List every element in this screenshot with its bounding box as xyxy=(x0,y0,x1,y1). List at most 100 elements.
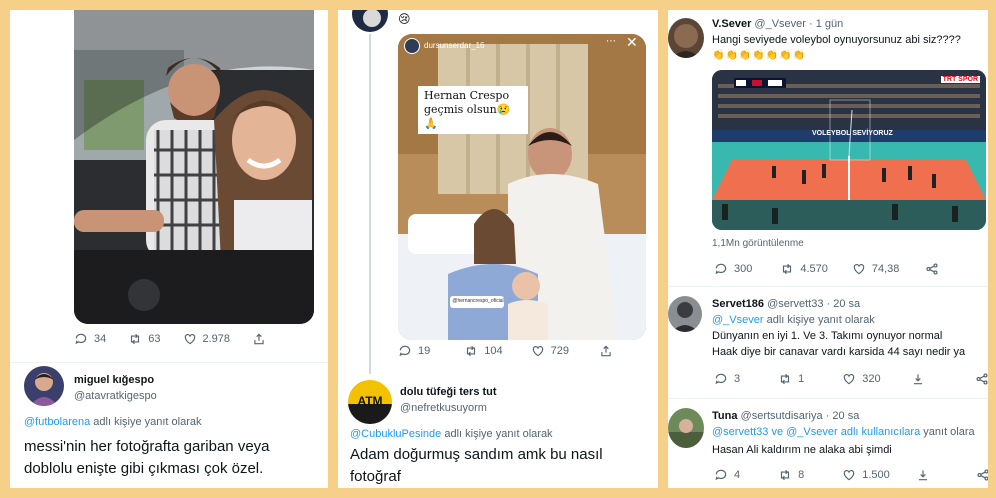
reply-button[interactable]: 34 xyxy=(74,332,106,346)
user-name[interactable]: dolu tüfeği ters tut xyxy=(400,386,497,398)
share-button[interactable] xyxy=(975,372,988,386)
user-handle[interactable]: @nefretkusuyorm xyxy=(400,402,487,414)
broadcaster-logo: TRT SPOR xyxy=(940,76,980,83)
share-icon xyxy=(976,373,988,385)
retweet-icon xyxy=(131,333,140,345)
like-count: 1.500 xyxy=(862,469,890,481)
mention-link[interactable]: @servett33 ve @_Vsever adlı kullanıcılar… xyxy=(712,426,920,438)
avatar[interactable] xyxy=(24,366,64,406)
reply-text-line2: Haak diye bir canavar vardı karsida 44 s… xyxy=(712,346,966,358)
reply-button[interactable]: 19 xyxy=(398,344,430,358)
retweet-count: 8 xyxy=(798,469,805,481)
replying-to: @_Vsever adlı kişiye yanıt olarak xyxy=(712,314,875,326)
avatar[interactable] xyxy=(668,408,704,448)
retweet-count: 1 xyxy=(798,373,805,385)
retweet-count: 4.570 xyxy=(800,263,828,275)
avatar[interactable]: ATM xyxy=(348,380,392,424)
tweet-photo-story[interactable]: dursunserdar_16 ⋯ ✕ Hernan Crespo geçmis… xyxy=(398,34,646,340)
avatar-logo-text: ATM xyxy=(357,394,383,408)
like-button[interactable]: 729 xyxy=(531,344,569,358)
retweet-button[interactable]: 63 xyxy=(128,332,161,346)
reply-time[interactable]: · 20 sa xyxy=(827,298,861,310)
like-button[interactable]: 1.500 xyxy=(842,468,890,482)
like-count: 729 xyxy=(550,345,569,357)
reply-actions: 3 1 320 xyxy=(714,372,988,386)
user-handle[interactable]: @atavratkigespo xyxy=(74,390,157,402)
mention-link[interactable]: @futbolarena xyxy=(24,416,90,428)
replying-suffix: yanıt olara xyxy=(923,426,975,438)
tweet-video-volleyball[interactable]: TRT SPOR VOLEYBOL SEVİYORUZ xyxy=(712,70,986,230)
mention-link[interactable]: @CubukluPesinde xyxy=(350,428,441,440)
reply-count: 3 xyxy=(734,373,741,385)
share-button[interactable] xyxy=(599,344,619,358)
reply-text-line1: Dünyanın en iyi 1. Ve 3. Takımı oynuyor … xyxy=(712,330,943,342)
user-handle[interactable]: @sertsutdisariya xyxy=(741,410,823,422)
more-icon[interactable]: ⋯ xyxy=(606,36,616,47)
share-button[interactable] xyxy=(252,332,272,346)
replying-suffix: adlı kişiye yanıt olarak xyxy=(93,416,202,428)
tweet-header: V.Sever @_Vsever · 1 gün xyxy=(712,18,843,30)
user-name[interactable]: miguel kığespo xyxy=(74,374,154,386)
heart-icon xyxy=(532,346,543,357)
retweet-icon xyxy=(467,345,476,357)
user-name[interactable]: Servet186 xyxy=(712,298,764,310)
heart-icon xyxy=(853,264,865,275)
like-button[interactable]: 2.978 xyxy=(183,332,230,346)
retweet-button[interactable]: 8 xyxy=(778,468,804,482)
share-button[interactable] xyxy=(976,468,988,482)
story-sticker: @hernancrespo_oficial xyxy=(452,298,504,304)
share-icon xyxy=(254,333,264,345)
share-button[interactable] xyxy=(925,262,945,276)
download-icon xyxy=(918,470,927,481)
reply-button[interactable]: 300 xyxy=(714,262,752,276)
tweet-emojis: 👏👏👏👏👏👏👏 xyxy=(712,50,807,61)
divider xyxy=(10,362,328,363)
tweet-actions: 34 63 2.978 xyxy=(74,332,294,346)
tweet-time[interactable]: · 1 gün xyxy=(809,18,843,30)
user-name[interactable]: V.Sever xyxy=(712,18,751,30)
heart-icon xyxy=(844,374,855,385)
reply-icon xyxy=(75,333,87,345)
replying-to: @servett33 ve @_Vsever adlı kullanıcılar… xyxy=(712,426,975,438)
reply-text: messi'nin her fotoğrafta gariban veya do… xyxy=(24,438,270,477)
tweet-text: Hangi seviyede voleybol oynuyorsunuz abi… xyxy=(712,34,961,46)
retweet-icon xyxy=(781,469,790,481)
reply-button[interactable]: 4 xyxy=(714,468,740,482)
share-icon xyxy=(601,345,611,357)
reply-count: 34 xyxy=(94,333,107,345)
tweet-actions: 19 104 729 xyxy=(398,344,641,358)
reply-button[interactable]: 3 xyxy=(714,372,740,386)
avatar[interactable] xyxy=(668,296,702,332)
tweet-photo-car[interactable] xyxy=(74,10,314,324)
close-icon[interactable]: ✕ xyxy=(626,34,638,51)
download-button[interactable] xyxy=(911,372,931,386)
reply-header: Tuna @sertsutdisariya · 20 sa xyxy=(712,410,859,422)
avatar[interactable] xyxy=(668,18,704,58)
retweet-button[interactable]: 4.570 xyxy=(780,262,828,276)
reply-count: 19 xyxy=(418,345,431,357)
court-banner: VOLEYBOL SEVİYORUZ xyxy=(812,130,893,137)
user-handle[interactable]: @_Vsever xyxy=(754,18,806,30)
retweet-button[interactable]: 1 xyxy=(778,372,804,386)
mention-link[interactable]: @_Vsever xyxy=(712,314,764,326)
replying-to: @futbolarena adlı kişiye yanıt olarak xyxy=(24,416,202,428)
user-name[interactable]: Tuna xyxy=(712,410,737,422)
view-count: 1,1Mn görüntülenme xyxy=(712,238,804,249)
user-handle[interactable]: @servett33 xyxy=(767,298,823,310)
download-icon xyxy=(913,374,922,385)
reply-time[interactable]: · 20 sa xyxy=(826,410,860,422)
heart-icon xyxy=(184,334,195,345)
download-button[interactable] xyxy=(916,468,936,482)
avatar[interactable] xyxy=(350,10,390,34)
retweet-count: 104 xyxy=(484,345,503,357)
like-button[interactable]: 74,38 xyxy=(852,262,900,276)
like-count: 74,38 xyxy=(871,263,900,275)
divider xyxy=(668,398,988,399)
retweet-button[interactable]: 104 xyxy=(464,344,503,358)
like-button[interactable]: 320 xyxy=(842,372,881,386)
reply-icon xyxy=(399,345,411,357)
replying-suffix: adlı kişiye yanıt olarak xyxy=(766,314,875,326)
reply-actions: 4 8 1.500 xyxy=(714,468,988,482)
share-icon xyxy=(926,263,938,275)
retweet-icon xyxy=(781,373,790,385)
